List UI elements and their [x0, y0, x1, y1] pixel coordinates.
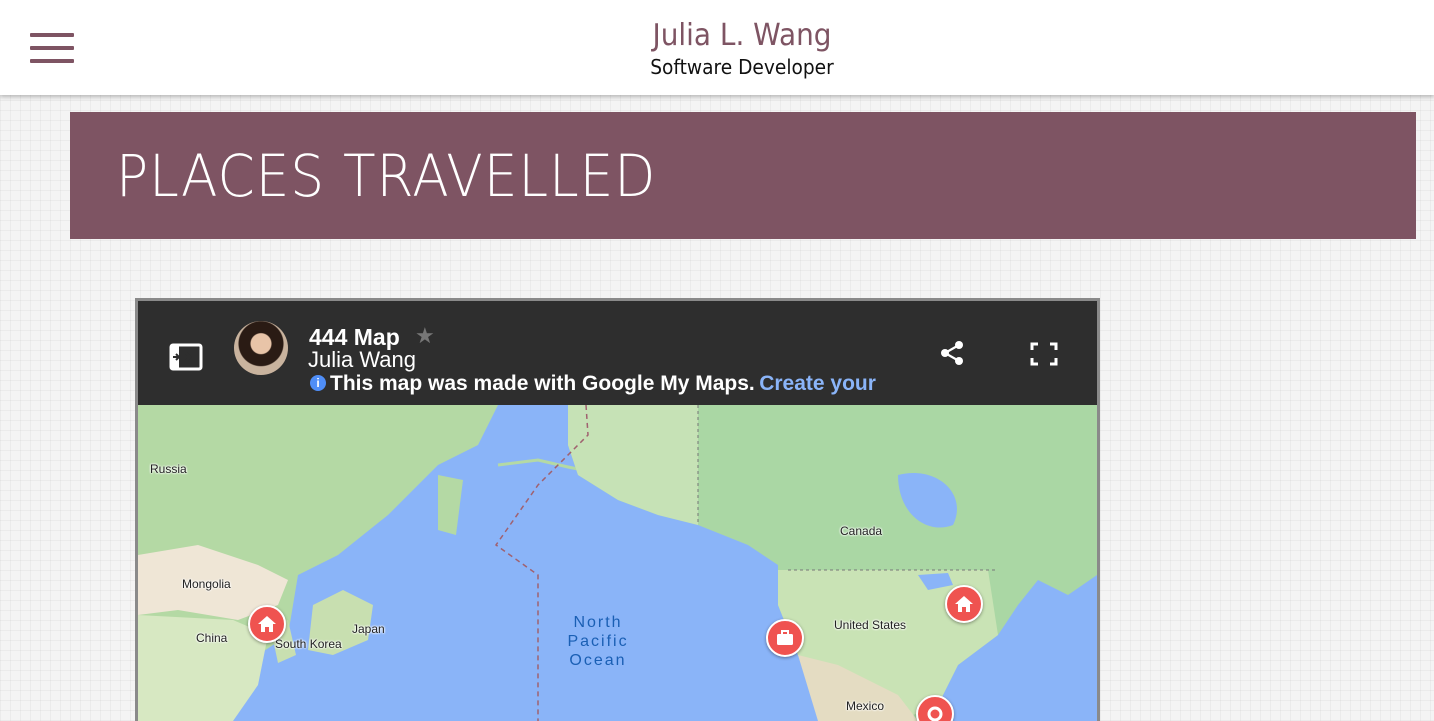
share-icon[interactable]	[938, 339, 966, 367]
place-label-canada: Canada	[840, 524, 883, 538]
map-marker-home[interactable]	[945, 585, 983, 623]
place-label-mexico: Mexico	[846, 699, 885, 713]
star-icon[interactable]: ★	[415, 323, 435, 349]
map-canvas[interactable]: Russia Mongolia China South Korea Japan …	[138, 404, 1097, 721]
map-marker-home[interactable]	[248, 605, 286, 643]
create-map-link[interactable]: Create your	[759, 372, 876, 395]
map-header: 444 Map ★ Julia Wang i This map was made …	[138, 301, 1097, 405]
ocean-label: North Pacific Ocean	[558, 613, 638, 670]
place-label-japan: Japan	[352, 622, 385, 636]
ocean-label-line2: Pacific	[567, 633, 629, 650]
section-banner: PLACES TRAVELLED	[70, 112, 1416, 239]
place-label-mongolia: Mongolia	[182, 577, 231, 591]
author-avatar[interactable]	[234, 321, 288, 375]
top-bar: Julia L. Wang Software Developer	[0, 0, 1434, 95]
place-label-russia: Russia	[150, 462, 187, 476]
map-info: i This map was made with Google My Maps. …	[310, 372, 930, 395]
fullscreen-icon[interactable]	[1029, 341, 1059, 367]
site-role: Software Developer	[650, 55, 834, 79]
place-label-united-states: United States	[834, 618, 907, 632]
place-label-south-korea: South Korea	[275, 637, 342, 651]
home-icon	[258, 616, 276, 632]
briefcase-icon	[777, 630, 793, 645]
map-marker-work[interactable]	[766, 619, 804, 657]
page-title: PLACES TRAVELLED	[116, 142, 657, 210]
site-name[interactable]: Julia L. Wang	[52, 18, 1432, 53]
home-icon	[955, 596, 973, 612]
embedded-map[interactable]: 444 Map ★ Julia Wang i This map was made …	[135, 298, 1100, 721]
place-label-china: China	[196, 631, 228, 645]
info-icon: i	[310, 375, 326, 391]
marker-icon	[927, 706, 943, 721]
map-author: Julia Wang	[308, 347, 417, 372]
ocean-label-line1: North	[573, 614, 623, 631]
info-text: This map was made with Google My Maps.	[330, 372, 755, 395]
ocean-label-line3: Ocean	[569, 652, 627, 669]
sidebar-toggle-icon[interactable]	[169, 343, 203, 371]
map-tiles	[138, 404, 1097, 721]
